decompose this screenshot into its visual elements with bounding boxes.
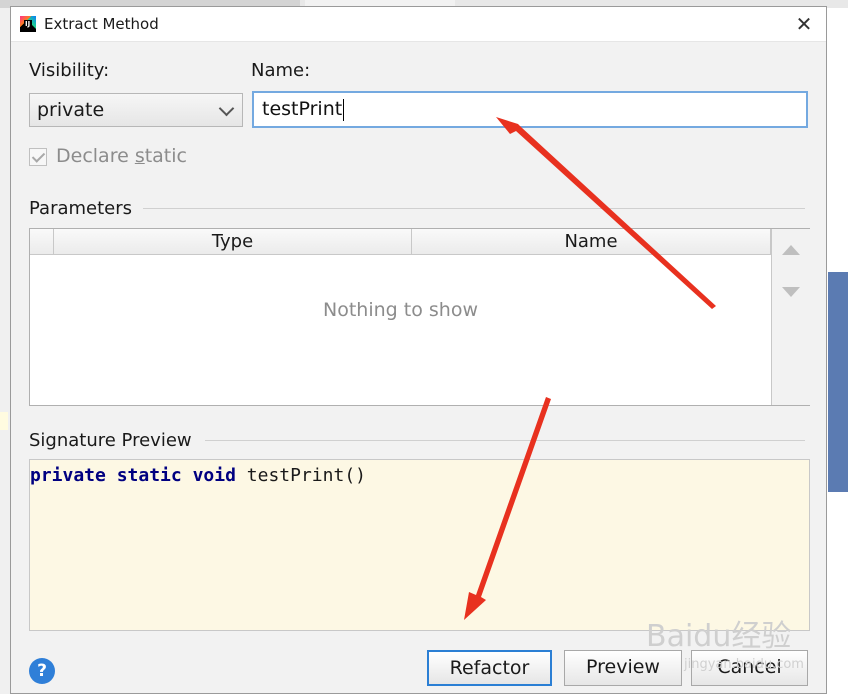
baidu-watermark-logo: Baidu经验 jingyan.baidu.com — [646, 619, 804, 672]
annotation-arrows — [464, 117, 716, 620]
watermark-logo-text: Baidu经验 — [646, 619, 791, 654]
watermark-url-text: jingyan.baidu.com — [683, 657, 804, 672]
annotation-arrow — [496, 117, 716, 309]
annotation-arrow — [464, 397, 551, 620]
